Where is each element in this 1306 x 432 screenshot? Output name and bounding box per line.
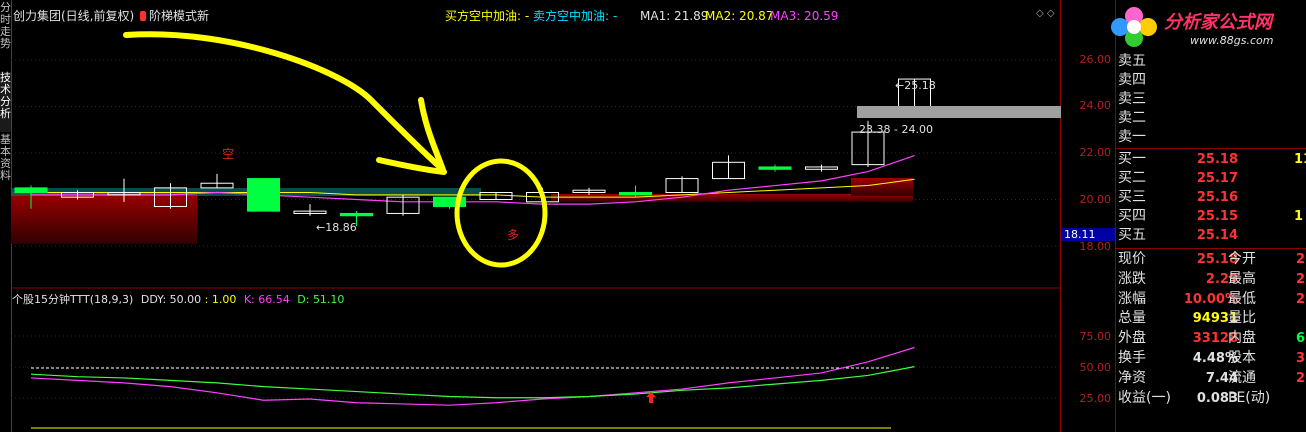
quote-stat-row: 换手4.48%股本3.1 bbox=[1116, 349, 1306, 368]
oscillator-title: 个股15分钟TTT(18,9,3) bbox=[12, 293, 134, 306]
buy-level-price: 25.17 bbox=[1196, 171, 1238, 186]
stat-label-2: 流通 bbox=[1228, 369, 1256, 386]
axis-tick: 24.00 bbox=[1079, 99, 1112, 112]
quote-stat-row: 总量 94931 量比 bbox=[1116, 309, 1306, 328]
annotation-arrow-icon bbox=[123, 31, 447, 175]
high-price-label: ←25.18 bbox=[895, 79, 936, 92]
buy-level-row[interactable]: 买二 25.17 bbox=[1116, 169, 1306, 188]
tab-technical-analysis[interactable]: 技术分析 bbox=[0, 72, 11, 132]
sell-level-row[interactable]: 卖三 bbox=[1116, 90, 1306, 109]
ddy-secondary: : 1.00 bbox=[204, 293, 237, 306]
sell-level-label: 卖三 bbox=[1118, 91, 1146, 107]
sell-level-label: 卖一 bbox=[1118, 129, 1146, 145]
axis-tick: 18.00 bbox=[1079, 240, 1112, 253]
stat-value-2: 2.1 bbox=[1296, 370, 1306, 386]
price-axis: 26.00 24.00 22.00 20.00 18.00 18.11 75.0… bbox=[1062, 0, 1116, 432]
sell-level-row[interactable]: 卖一 bbox=[1116, 128, 1306, 147]
buy-level-row[interactable]: 买一 25.18 11 bbox=[1116, 150, 1306, 169]
stat-value-2: 2 bbox=[1296, 252, 1306, 267]
site-logo: 分析家公式网 www.88gs.com bbox=[1104, 0, 1306, 52]
axis-tick: 20.00 bbox=[1079, 193, 1112, 206]
sell-level-label: 卖二 bbox=[1118, 110, 1146, 126]
buy-level-row[interactable]: 买五 25.14 bbox=[1116, 226, 1306, 245]
sell-level-row[interactable]: 卖五 bbox=[1116, 52, 1306, 71]
k-value: K: 66.54 bbox=[243, 293, 290, 306]
low-price-label: ←18.86 bbox=[316, 221, 357, 234]
stat-label: 换手 bbox=[1118, 350, 1146, 366]
buy-level-volume: 11 bbox=[1294, 152, 1306, 167]
candle-body bbox=[247, 178, 280, 212]
quote-stat-row: 现价 25.18 今开 2 bbox=[1116, 250, 1306, 269]
stat-label-2: 最高 bbox=[1228, 270, 1256, 287]
stat-label: 现价 bbox=[1118, 251, 1146, 267]
candle-body bbox=[619, 192, 652, 196]
osc-axis-tick: 75.00 bbox=[1079, 330, 1112, 343]
stat-value-2: 2 bbox=[1296, 291, 1306, 307]
stat-label: 涨跌 bbox=[1118, 270, 1146, 287]
candle-body bbox=[340, 212, 373, 217]
buy-level-label: 买四 bbox=[1118, 208, 1146, 224]
buy-level-price: 25.18 bbox=[1196, 152, 1238, 167]
axis-tick: 26.00 bbox=[1079, 53, 1112, 66]
candle-body bbox=[14, 187, 48, 194]
quote-stat-row: 外盘33128内盘61 bbox=[1116, 329, 1306, 348]
osc-axis-tick: 50.00 bbox=[1079, 361, 1112, 374]
logo-text: 分析家公式网 bbox=[1164, 12, 1272, 33]
buy-level-label: 买五 bbox=[1118, 227, 1146, 243]
oscillator-header: 个股15分钟TTT(18,9,3) DDY: 50.00 : 1.00 K: 6… bbox=[12, 293, 344, 307]
stat-label-2: 今开 bbox=[1228, 251, 1256, 267]
divider bbox=[1116, 148, 1306, 149]
limit-band bbox=[857, 106, 1061, 118]
long-marker: 多 bbox=[507, 228, 520, 242]
stat-label-2: 股本 bbox=[1228, 350, 1256, 366]
sell-level-row[interactable]: 卖四 bbox=[1116, 71, 1306, 90]
stat-value-2: 61 bbox=[1296, 331, 1306, 347]
osc-axis-tick: 25.00 bbox=[1079, 392, 1112, 405]
limit-range-label: 23.38 - 24.00 bbox=[859, 123, 933, 136]
stat-label: 净资 bbox=[1118, 369, 1146, 386]
buy-level-row[interactable]: 买三 25.16 bbox=[1116, 188, 1306, 207]
d-line bbox=[30, 366, 915, 399]
buy-level-label: 买三 bbox=[1118, 189, 1146, 205]
short-marker: 空 bbox=[222, 147, 235, 161]
stat-label-2: 量比 bbox=[1228, 310, 1256, 327]
quote-stat-row: 净资7.44流通2.1 bbox=[1116, 369, 1306, 388]
divider bbox=[1116, 248, 1306, 249]
sell-level-label: 卖四 bbox=[1118, 72, 1146, 88]
stat-label: 总量 bbox=[1118, 310, 1146, 327]
highlight-circle bbox=[454, 158, 548, 268]
stat-value-2: 2 bbox=[1296, 271, 1306, 287]
sell-level-label: 卖五 bbox=[1118, 53, 1146, 69]
buy-level-label: 买一 bbox=[1118, 151, 1146, 167]
buy-level-price: 25.16 bbox=[1196, 190, 1238, 205]
buy-level-row[interactable]: 买四 25.15 1 bbox=[1116, 207, 1306, 226]
buy-level-volume: 1 bbox=[1294, 209, 1304, 224]
volume-band bbox=[11, 192, 197, 244]
quote-stat-row: 涨幅 10.00% 最低 2 bbox=[1116, 290, 1306, 309]
quote-panel: 分析家公式网 www.88gs.com 卖五卖四卖三卖二卖一 买一25.1811… bbox=[1111, 0, 1306, 432]
stat-label: 收益(一) bbox=[1118, 389, 1171, 406]
buy-level-price: 25.14 bbox=[1196, 228, 1238, 243]
current-price-box: 18.11 bbox=[1062, 228, 1116, 241]
stat-value-2: 3.1 bbox=[1296, 351, 1306, 366]
ddy-value: DDY: 50.00 bbox=[140, 293, 202, 306]
sell-level-row[interactable]: 卖二 bbox=[1116, 109, 1306, 128]
quote-stat-row: 涨跌 2.29 最高 2 bbox=[1116, 270, 1306, 289]
stat-label: 外盘 bbox=[1118, 330, 1146, 347]
tab-intraday[interactable]: 分时走势 bbox=[0, 2, 11, 62]
axis-tick: 22.00 bbox=[1079, 146, 1112, 159]
logo-url: www.88gs.com bbox=[1190, 34, 1274, 47]
flower-logo-icon bbox=[1111, 7, 1157, 47]
buy-level-label: 买二 bbox=[1118, 170, 1146, 186]
stat-label-2: 最低 bbox=[1228, 290, 1256, 307]
d-value: D: 51.10 bbox=[297, 293, 345, 306]
quote-stat-row: 收益(一) 0.083 PE(动) bbox=[1116, 389, 1306, 408]
buy-level-price: 25.15 bbox=[1196, 209, 1238, 224]
candle-body bbox=[758, 166, 792, 170]
stat-label-2: PE(动) bbox=[1228, 389, 1271, 406]
stat-label-2: 内盘 bbox=[1228, 330, 1256, 347]
tab-fundamentals[interactable]: 基本资料 bbox=[0, 134, 11, 194]
stat-label: 涨幅 bbox=[1118, 290, 1146, 307]
price-chart bbox=[11, 31, 1061, 429]
